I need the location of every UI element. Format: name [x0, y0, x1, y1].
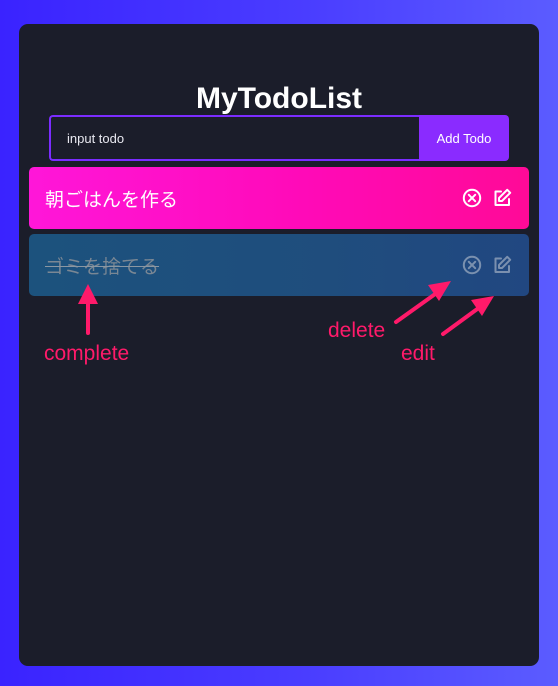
- delete-arrow: [394, 281, 451, 324]
- complete-annotation: complete: [44, 342, 130, 365]
- delete-annotation: delete: [328, 319, 386, 342]
- edit-arrow: [441, 296, 494, 336]
- edit-annotation: edit: [401, 342, 435, 365]
- complete-arrow: [78, 284, 98, 335]
